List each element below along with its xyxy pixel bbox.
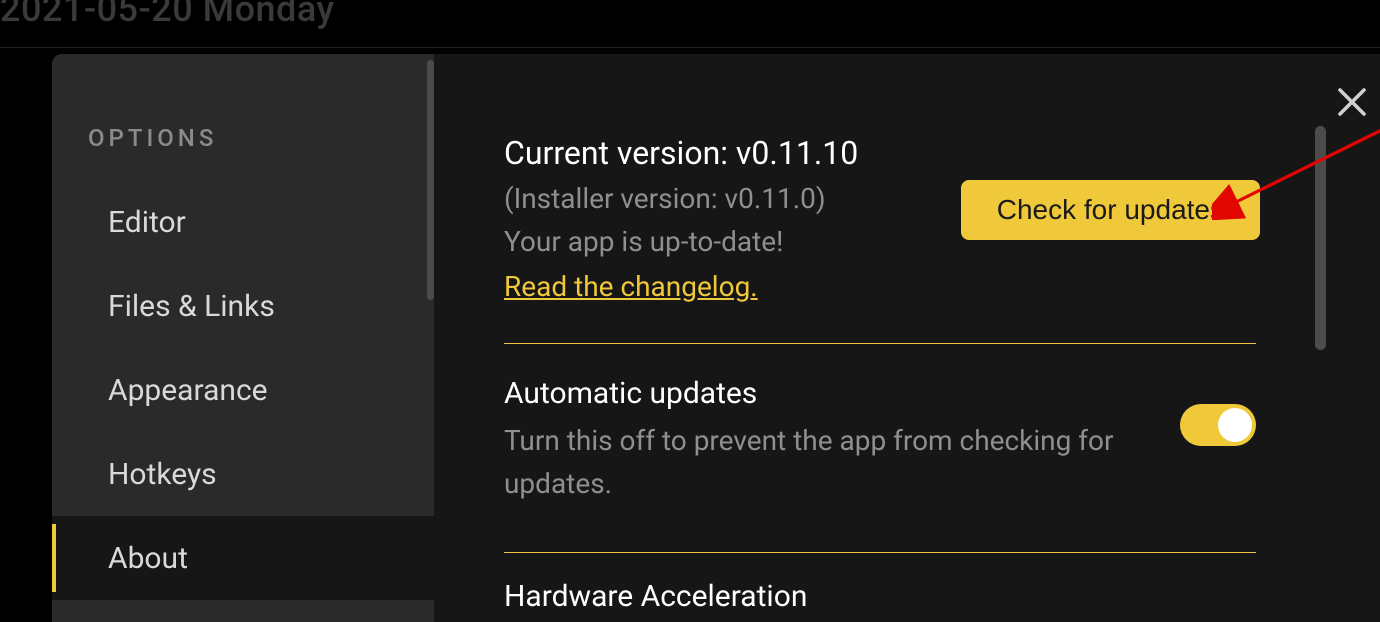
check-updates-button[interactable]: Check for updates [961,180,1260,240]
sidebar-item-label: Hotkeys [108,457,217,492]
sidebar-item-appearance[interactable]: Appearance [52,348,434,432]
sidebar-item-about[interactable]: About [52,516,434,600]
sidebar-item-label: Appearance [108,373,268,408]
version-block: Current version: v0.11.10 (Installer ver… [504,134,937,303]
section-divider [504,552,1256,553]
setting-text: Automatic updates Turn this off to preve… [504,376,1140,506]
settings-sidebar: OPTIONS Editor Files & Links Appearance … [52,54,434,622]
close-icon[interactable] [1334,84,1370,120]
content-scrollbar[interactable] [1315,126,1326,350]
sidebar-item-label: Files & Links [108,289,275,324]
toggle-knob [1218,408,1252,442]
automatic-updates-description: Turn this off to prevent the app from ch… [504,419,1140,506]
settings-content: Current version: v0.11.10 (Installer ver… [434,54,1380,622]
sidebar-item-label: Editor [108,205,186,240]
background-divider [0,47,1380,48]
sidebar-item-hotkeys[interactable]: Hotkeys [52,432,434,516]
sidebar-heading: OPTIONS [52,124,434,180]
background-date-text: 2021-05-20 Monday [0,0,335,30]
automatic-updates-title: Automatic updates [504,376,1140,411]
changelog-link[interactable]: Read the changelog. [504,270,758,303]
settings-modal: OPTIONS Editor Files & Links Appearance … [52,54,1380,622]
installer-version-text: (Installer version: v0.11.0) [504,182,937,215]
sidebar-item-label: About [108,541,188,576]
version-row: Current version: v0.11.10 (Installer ver… [504,134,1260,303]
section-divider [504,343,1256,344]
active-indicator [52,524,56,592]
sidebar-item-editor[interactable]: Editor [52,180,434,264]
uptodate-text: Your app is up-to-date! [504,225,937,258]
hardware-acceleration-title: Hardware Acceleration [504,579,1260,614]
current-version-text: Current version: v0.11.10 [504,134,937,172]
automatic-updates-row: Automatic updates Turn this off to preve… [504,376,1256,506]
automatic-updates-toggle[interactable] [1180,404,1256,446]
sidebar-item-files-links[interactable]: Files & Links [52,264,434,348]
